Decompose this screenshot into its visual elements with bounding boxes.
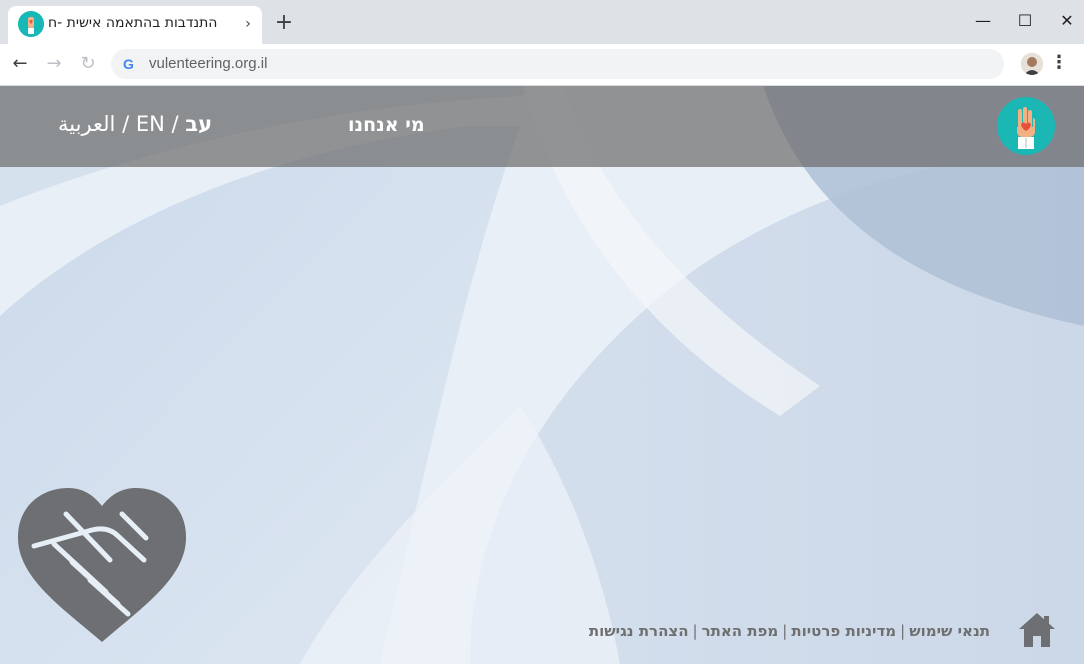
- footer-separator: |: [692, 622, 698, 640]
- browser-tab[interactable]: התנדבות בהתאמה אישית -ח ›: [8, 6, 262, 44]
- site-header: العربية / EN / עב מי אנחנו: [0, 86, 1084, 167]
- footer-link-accessibility[interactable]: הצהרת נגישות: [589, 622, 689, 640]
- handshake-heart-icon: [17, 488, 187, 642]
- new-tab-button[interactable]: +: [272, 12, 296, 36]
- url-text[interactable]: vulenteering.org.il: [149, 54, 267, 74]
- footer-links: תנאי שימוש|מדיניות פרטיות|מפת האתר|הצהרת…: [589, 622, 990, 640]
- lang-separator: /: [164, 112, 186, 136]
- google-icon: G: [123, 56, 134, 72]
- home-icon[interactable]: [1017, 611, 1057, 649]
- lang-he-link[interactable]: עב: [185, 112, 212, 136]
- page-viewport: العربية / EN / עב מי אנחנו תנאי שימוש|מד…: [0, 86, 1084, 664]
- site-favicon-icon: [18, 11, 44, 37]
- browser-menu-button[interactable]: ⋮: [1050, 52, 1068, 76]
- forward-button[interactable]: →: [42, 52, 66, 76]
- browser-toolbar: ← → ↻ G vulenteering.org.il ⋮: [0, 44, 1084, 86]
- lang-separator: /: [115, 112, 136, 136]
- lang-ar-link[interactable]: العربية: [58, 112, 115, 136]
- footer-separator: |: [782, 622, 788, 640]
- maximize-button[interactable]: ☐: [1010, 8, 1040, 34]
- tab-scroll-icon[interactable]: ›: [238, 14, 258, 34]
- reload-button[interactable]: ↻: [76, 52, 100, 76]
- footer-separator: |: [900, 622, 906, 640]
- language-switcher: العربية / EN / עב: [58, 112, 212, 136]
- footer-link-sitemap[interactable]: מפת האתר: [702, 622, 779, 640]
- profile-avatar[interactable]: [1021, 53, 1043, 75]
- footer-link-privacy[interactable]: מדיניות פרטיות: [791, 622, 896, 640]
- minimize-button[interactable]: —: [968, 8, 998, 34]
- close-window-button[interactable]: ✕: [1052, 8, 1082, 34]
- browser-tabstrip: התנדבות בהתאמה אישית -ח › + — ☐ ✕: [0, 0, 1084, 44]
- footer-link-terms[interactable]: תנאי שימוש: [909, 622, 990, 640]
- nav-about-link[interactable]: מי אנחנו: [348, 114, 425, 136]
- back-button[interactable]: ←: [8, 52, 32, 76]
- address-bar[interactable]: G vulenteering.org.il: [111, 49, 1004, 79]
- lang-en-link[interactable]: EN: [136, 112, 165, 136]
- raised-hand-heart-icon[interactable]: [997, 97, 1055, 155]
- tab-title: התנדבות בהתאמה אישית -ח: [48, 15, 218, 31]
